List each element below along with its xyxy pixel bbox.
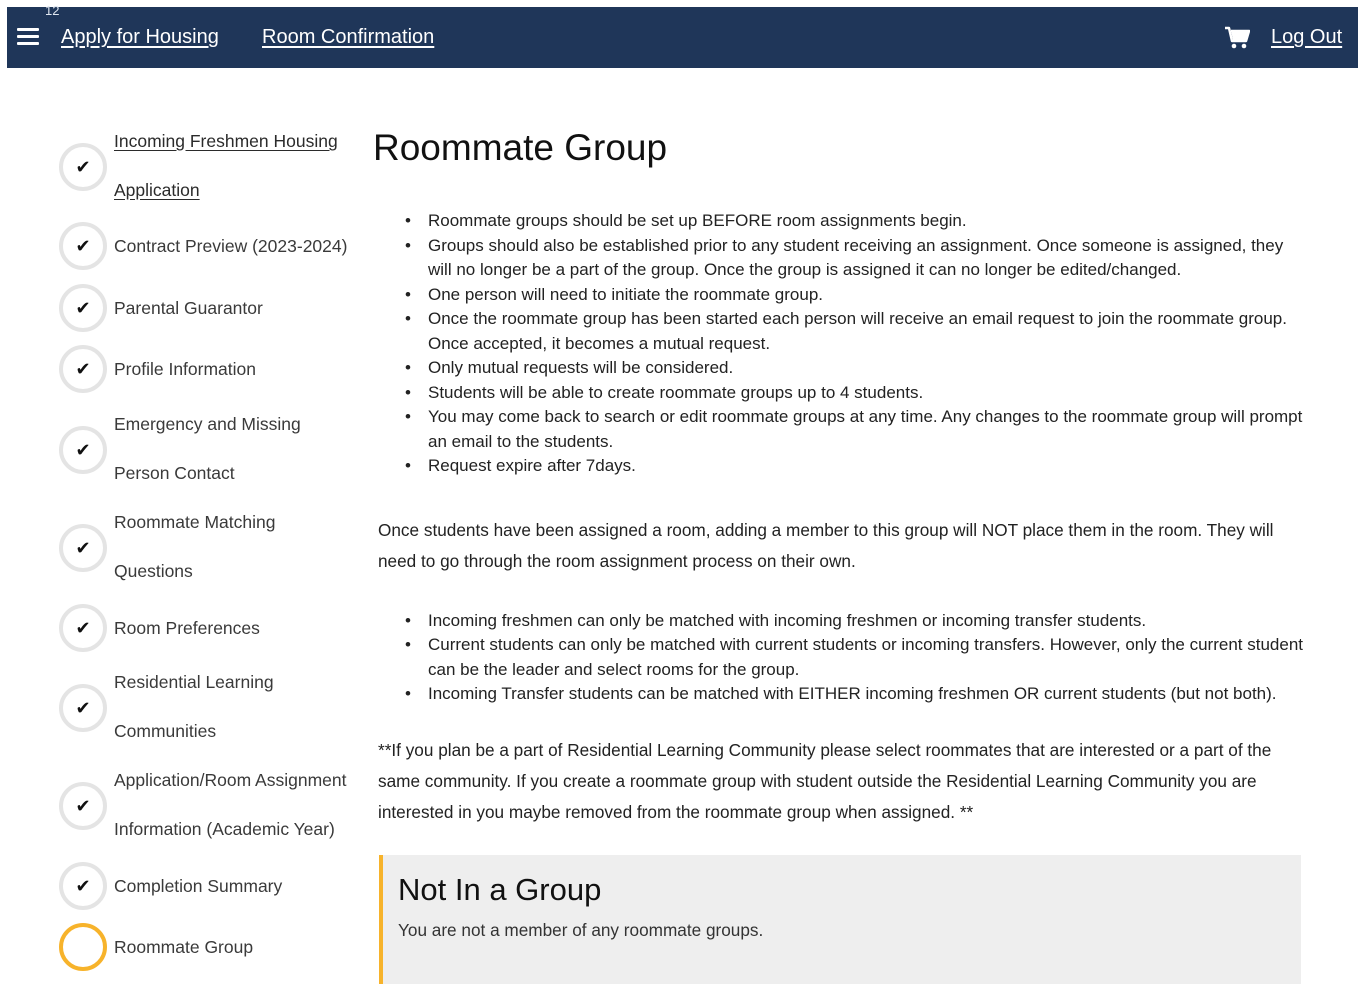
checkmark-icon: ✔ xyxy=(75,157,91,177)
list-item: Roommate groups should be set up BEFORE … xyxy=(373,209,1303,234)
list-item: Only mutual requests will be considered. xyxy=(373,356,1303,381)
checkmark-icon: ✔ xyxy=(75,698,91,718)
shopping-cart-icon[interactable] xyxy=(1224,26,1250,50)
step-label[interactable]: Profile Information xyxy=(114,345,364,394)
list-item: Students will be able to create roommate… xyxy=(373,381,1303,406)
group-status-text: You are not a member of any roommate gro… xyxy=(398,920,764,940)
step-label-line2[interactable]: Application xyxy=(114,166,364,215)
step-check-circle-icon: ✔ xyxy=(59,782,107,830)
page-title: Roommate Group xyxy=(373,127,668,168)
checkmark-icon: ✔ xyxy=(75,236,91,256)
step-label-line2[interactable]: Information (Academic Year) xyxy=(114,805,364,854)
checkmark-icon: ✔ xyxy=(75,298,91,318)
step-label-line1[interactable]: Incoming Freshmen Housing xyxy=(114,117,364,166)
checkmark-icon: ✔ xyxy=(75,876,91,896)
list-item: Once the roommate group has been started… xyxy=(373,307,1303,356)
step-label-line2[interactable]: Person Contact xyxy=(114,449,364,498)
step-check-circle-icon: ✔ xyxy=(59,222,107,270)
step-label[interactable]: Completion Summary xyxy=(114,862,364,911)
step-check-circle-icon: ✔ xyxy=(59,143,107,191)
step-label-line1[interactable]: Emergency and Missing xyxy=(114,400,364,449)
step-label[interactable]: Contract Preview (2023-2024) xyxy=(114,222,364,271)
current-step-ring-icon xyxy=(59,923,107,971)
checkmark-icon: ✔ xyxy=(75,440,91,460)
matching-rules-list: Incoming freshmen can only be matched wi… xyxy=(373,609,1303,707)
list-item: Current students can only be matched wit… xyxy=(373,633,1303,682)
step-check-circle-icon: ✔ xyxy=(59,604,107,652)
group-status-heading: Not In a Group xyxy=(398,872,602,907)
checkmark-icon: ✔ xyxy=(75,359,91,379)
step-label[interactable]: Roommate Group xyxy=(114,923,364,972)
main-content: Roommate Group Roommate groups should be… xyxy=(373,120,1303,828)
step-check-circle-icon: ✔ xyxy=(59,684,107,732)
checkmark-icon: ✔ xyxy=(75,796,91,816)
step-label-line2[interactable]: Questions xyxy=(114,547,364,596)
checkmark-icon: ✔ xyxy=(75,618,91,638)
step-check-circle-icon: ✔ xyxy=(59,426,107,474)
logout-link[interactable]: Log Out xyxy=(1271,26,1342,49)
assignment-notice-paragraph: Once students have been assigned a room,… xyxy=(378,519,1274,571)
step-label[interactable]: Room Preferences xyxy=(114,604,364,653)
step-check-circle-icon: ✔ xyxy=(59,284,107,332)
roommate-group-rules-list: Roommate groups should be set up BEFORE … xyxy=(373,209,1303,479)
list-item: One person will need to initiate the roo… xyxy=(373,283,1303,308)
list-item: You may come back to search or edit room… xyxy=(373,405,1303,454)
step-check-circle-icon: ✔ xyxy=(59,862,107,910)
step-label-line1[interactable]: Roommate Matching xyxy=(114,498,364,547)
list-item: Request expire after 7days. xyxy=(373,454,1303,479)
step-label[interactable]: Parental Guarantor xyxy=(114,284,364,333)
progress-sidebar: ✔ Incoming Freshmen Housing Application … xyxy=(0,0,370,984)
list-item: Groups should also be established prior … xyxy=(373,234,1303,283)
list-item: Incoming freshmen can only be matched wi… xyxy=(373,609,1303,634)
step-label-line1[interactable]: Residential Learning xyxy=(114,658,364,707)
step-check-circle-icon: ✔ xyxy=(59,524,107,572)
rlc-note-paragraph: **If you plan be a part of Residential L… xyxy=(378,739,1272,822)
checkmark-icon: ✔ xyxy=(75,538,91,558)
step-check-circle-icon: ✔ xyxy=(59,345,107,393)
group-status-panel: Not In a Group You are not a member of a… xyxy=(379,855,1301,984)
list-item: Incoming Transfer students can be matche… xyxy=(373,682,1303,707)
step-label-line2[interactable]: Communities xyxy=(114,707,364,756)
step-label-line1[interactable]: Application/Room Assignment xyxy=(114,756,364,805)
